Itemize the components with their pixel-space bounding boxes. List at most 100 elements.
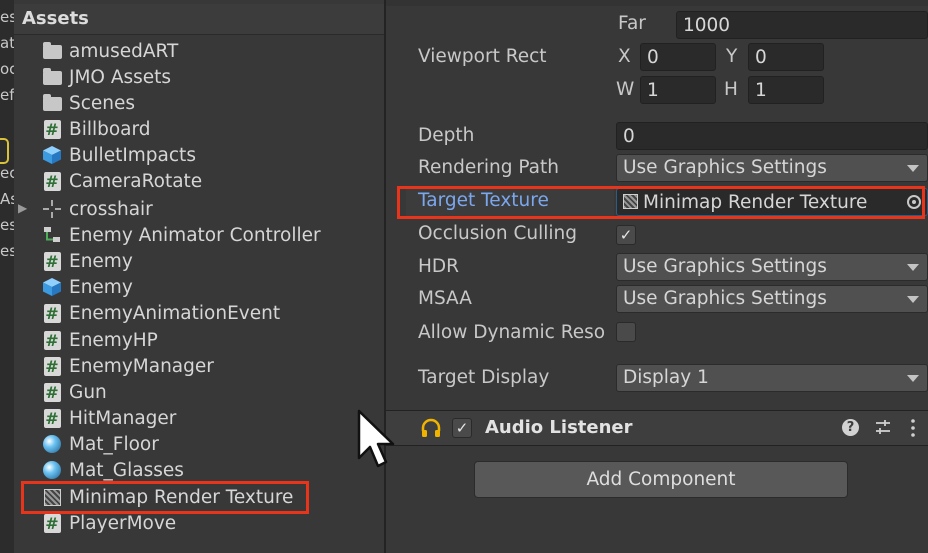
asset-item[interactable]: # HitManager [42,405,176,431]
inspector-panel: Far 1000 Viewport Rect X 0 Y 0 W 1 H 1 D… [386,0,928,553]
edge-fragment: ec [0,164,14,182]
animator-controller-icon [42,225,62,245]
asset-item[interactable]: JMO Assets [42,64,171,90]
asset-label: Enemy Animator Controller [69,224,321,246]
folder-icon [42,67,62,87]
audio-listener-enabled-checkbox[interactable]: ✓ [452,418,472,438]
asset-item[interactable]: # Billboard [42,116,151,142]
help-icon[interactable]: ? [842,419,859,436]
asset-item[interactable]: # Enemy [42,248,133,274]
viewport-x-field[interactable]: 0 [640,43,716,71]
script-icon: # [43,513,61,533]
rendering-path-label: Rendering Path [418,157,559,178]
script-icon: # [43,382,61,402]
asset-item[interactable]: # EnemyManager [42,353,214,379]
msaa-dropdown[interactable]: Use Graphics Settings [616,285,928,313]
script-icon: # [43,330,61,350]
headphones-icon [420,417,442,443]
h-label: H [724,79,738,100]
edge-fragment: es [0,242,14,260]
asset-item[interactable]: Mat_Glasses [42,457,184,483]
asset-item[interactable]: crosshair [42,196,153,222]
asset-item[interactable]: Enemy [42,274,133,300]
asset-label: PlayerMove [69,512,177,534]
occlusion-culling-checkbox[interactable]: ✓ [616,225,636,245]
target-display-dropdown[interactable]: Display 1 [616,364,928,392]
asset-label: crosshair [69,198,153,220]
hdr-value: Use Graphics Settings [623,256,827,277]
asset-label: JMO Assets [69,66,172,88]
more-options-icon[interactable] [910,418,916,442]
viewport-h-field[interactable]: 1 [748,76,824,104]
viewport-rect-label: Viewport Rect [418,46,547,67]
edge-fragment: oc [0,60,14,78]
hdr-dropdown[interactable]: Use Graphics Settings [616,253,928,281]
asset-label: EnemyHP [69,329,158,351]
assets-panel: Assets amusedART JMO Assets Scenes # Bil… [14,0,384,553]
asset-label: Enemy [69,276,133,298]
asset-label: Mat_Floor [69,433,159,455]
edge-fragment: es [0,216,14,234]
script-icon: # [43,119,61,139]
asset-item[interactable]: # CameraRotate [42,168,202,194]
asset-label: EnemyAnimationEvent [69,302,281,324]
asset-label: Mat_Glasses [69,459,184,481]
asset-item[interactable]: # EnemyAnimationEvent [42,300,280,326]
depth-field[interactable]: 0 [616,122,928,150]
selection-tag [0,138,9,164]
asset-item[interactable]: Mat_Floor [42,431,159,457]
audio-listener-header[interactable]: ✓ Audio Listener ? [386,410,928,446]
far-field[interactable]: 1000 [676,11,928,39]
clipped-row [386,0,928,6]
target-display-value: Display 1 [623,367,709,388]
rendering-path-dropdown[interactable]: Use Graphics Settings [616,154,928,182]
script-icon: # [43,356,61,376]
dropdown-caret-icon [907,264,919,271]
asset-item[interactable]: amusedART [42,38,178,64]
far-label: Far [618,13,646,34]
msaa-label: MSAA [418,288,472,309]
asset-item[interactable]: Enemy Animator Controller [42,222,321,248]
asset-highlight-box [21,481,309,514]
dropdown-caret-icon [907,296,919,303]
allow-dynamic-resolution-checkbox[interactable] [616,322,636,342]
material-icon [42,434,62,454]
viewport-w-field[interactable]: 1 [640,76,716,104]
script-icon: # [43,303,61,323]
dropdown-caret-icon [907,375,919,382]
msaa-value: Use Graphics Settings [623,288,827,309]
audio-listener-title: Audio Listener [485,417,633,438]
expand-arrow-icon[interactable]: ▶ [18,201,27,215]
edge-fragment: at [0,34,14,52]
folder-icon [42,41,62,61]
asset-label: Gun [69,381,107,403]
target-display-label: Target Display [418,367,550,388]
asset-item[interactable]: # Gun [42,379,107,405]
asset-label: Enemy [69,250,133,272]
presets-icon[interactable] [874,418,892,440]
folder-icon [42,93,62,113]
prefab-icon [42,145,62,165]
asset-label: Billboard [69,118,151,140]
asset-label: CameraRotate [69,170,203,192]
w-label: W [616,79,635,100]
script-icon: # [43,251,61,271]
asset-item[interactable]: # EnemyHP [42,327,158,353]
edge-fragment: es [0,8,14,26]
asset-item[interactable]: Scenes [42,90,135,116]
viewport-y-field[interactable]: 0 [748,43,824,71]
mouse-cursor-icon [356,408,396,474]
dropdown-caret-icon [907,165,919,172]
asset-label: Scenes [69,92,136,114]
assets-title: Assets [22,8,89,29]
edge-fragment: As [0,190,14,208]
y-label: Y [726,46,738,67]
assets-header: Assets [14,4,384,35]
rendering-path-value: Use Graphics Settings [623,157,827,178]
material-icon [42,460,62,480]
asset-item[interactable]: BulletImpacts [42,142,196,168]
add-component-button[interactable]: Add Component [474,461,848,498]
script-icon: # [43,171,61,191]
prefab-icon [42,277,62,297]
asset-label: EnemyManager [69,355,214,377]
